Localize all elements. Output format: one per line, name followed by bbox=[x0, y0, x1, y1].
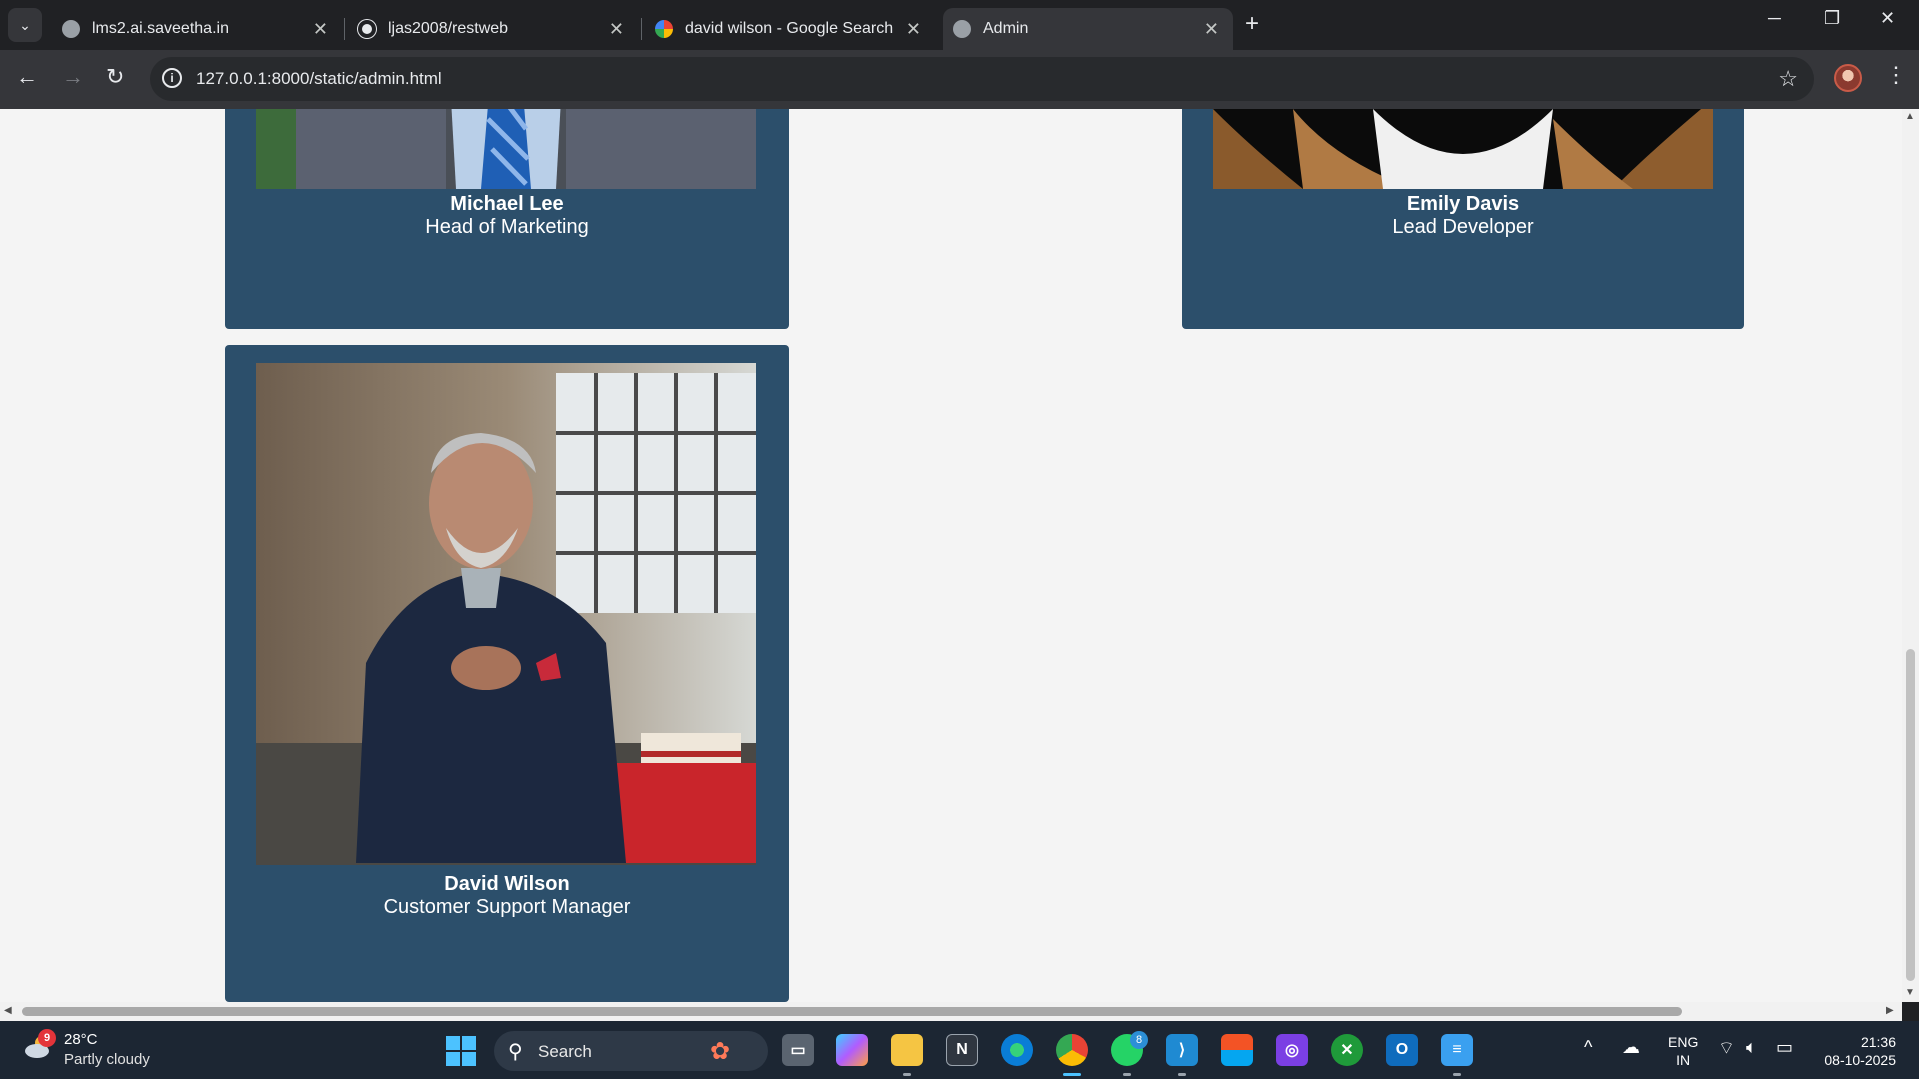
profile-photo bbox=[256, 363, 756, 865]
tab-separator bbox=[641, 18, 642, 40]
running-indicator bbox=[903, 1073, 911, 1076]
notepad-icon[interactable]: ≡ bbox=[1441, 1034, 1473, 1066]
address-bar[interactable]: i 127.0.0.1:8000/static/admin.html ☆ bbox=[150, 57, 1814, 101]
card-role: Lead Developer bbox=[1392, 216, 1534, 238]
page-viewport: Michael Lee Head of Marketing Emily Davi… bbox=[0, 109, 1902, 1002]
microsoft-store-icon[interactable] bbox=[1221, 1034, 1253, 1066]
url-text[interactable]: 127.0.0.1:8000/static/admin.html bbox=[196, 69, 442, 89]
menu-kebab-icon[interactable]: ⋮ bbox=[1885, 62, 1907, 88]
minimize-icon[interactable]: ─ bbox=[1768, 8, 1781, 29]
search-highlight-icon: ✿ bbox=[710, 1038, 731, 1065]
profile-avatar[interactable] bbox=[1834, 64, 1862, 92]
scroll-down-arrow-icon[interactable]: ▼ bbox=[1905, 987, 1915, 998]
clock-date: 08-10-2025 bbox=[1824, 1052, 1896, 1068]
back-icon[interactable]: ← bbox=[16, 64, 38, 90]
taskbar-search[interactable]: ⚲ Search ✿ bbox=[494, 1031, 768, 1071]
scroll-up-arrow-icon[interactable]: ▲ bbox=[1905, 111, 1915, 122]
horizontal-scrollbar[interactable]: ◀ ▶ bbox=[0, 1002, 1902, 1021]
system-clock[interactable]: 21:36 08-10-2025 bbox=[1816, 1033, 1896, 1069]
scroll-left-arrow-icon[interactable]: ◀ bbox=[4, 1005, 12, 1016]
task-view-icon[interactable]: ▭ bbox=[782, 1034, 814, 1066]
card-role: Head of Marketing bbox=[425, 216, 589, 238]
tab-title: ljas2008/restweb bbox=[388, 20, 509, 37]
active-indicator bbox=[1063, 1073, 1081, 1076]
reload-icon[interactable]: ↻ bbox=[106, 64, 124, 90]
search-icon: ⚲ bbox=[508, 1041, 523, 1063]
tab-search-button[interactable]: ⌄ bbox=[8, 8, 42, 42]
team-card: David Wilson Customer Support Manager bbox=[225, 345, 789, 1002]
tray-overflow-chevron-icon[interactable]: ^ bbox=[1584, 1037, 1592, 1058]
team-card: Emily Davis Lead Developer bbox=[1182, 109, 1744, 329]
team-card: Michael Lee Head of Marketing bbox=[225, 109, 789, 329]
windows-logo-icon bbox=[446, 1036, 460, 1050]
restore-icon[interactable]: ❐ bbox=[1824, 8, 1840, 29]
language-indicator[interactable]: ENG IN bbox=[1668, 1033, 1698, 1069]
clock-time: 21:36 bbox=[1860, 1034, 1896, 1050]
close-icon[interactable]: ✕ bbox=[906, 19, 921, 40]
vertical-scrollbar[interactable]: ▲ ▼ bbox=[1902, 109, 1919, 1002]
profile-photo bbox=[1213, 109, 1713, 189]
lang-line1: ENG bbox=[1668, 1034, 1699, 1050]
chevron-down-icon: ⌄ bbox=[19, 16, 31, 33]
google-icon bbox=[655, 20, 673, 38]
lang-line2: IN bbox=[1676, 1052, 1691, 1068]
vertical-scroll-thumb[interactable] bbox=[1906, 649, 1915, 981]
close-window-icon[interactable]: ✕ bbox=[1880, 8, 1895, 29]
search-label: Search bbox=[538, 1042, 592, 1061]
start-button[interactable] bbox=[446, 1036, 476, 1066]
weather-alert-badge: 9 bbox=[38, 1029, 56, 1047]
outlook-icon[interactable]: O bbox=[1386, 1034, 1418, 1066]
tab-separator bbox=[344, 18, 345, 40]
tab-github[interactable]: ljas2008/restweb ✕ bbox=[348, 8, 638, 50]
close-icon[interactable]: ✕ bbox=[1204, 19, 1219, 40]
copilot-icon[interactable] bbox=[836, 1034, 868, 1066]
running-indicator bbox=[1178, 1073, 1186, 1076]
xbox-icon[interactable]: ✕ bbox=[1331, 1034, 1363, 1066]
close-icon[interactable]: ✕ bbox=[609, 19, 624, 40]
chrome-icon[interactable] bbox=[1056, 1034, 1088, 1066]
card-role: Customer Support Manager bbox=[383, 896, 631, 918]
whatsapp-badge: 8 bbox=[1130, 1031, 1148, 1049]
profile-photo bbox=[256, 109, 756, 189]
card-name: Michael Lee bbox=[450, 193, 564, 215]
tab-title: david wilson - Google Search bbox=[685, 20, 894, 37]
app-icon[interactable]: ◎ bbox=[1276, 1034, 1308, 1066]
vscode-icon[interactable]: ⟩ bbox=[1166, 1034, 1198, 1066]
horizontal-scroll-thumb[interactable] bbox=[22, 1007, 1682, 1016]
volume-icon[interactable]: 🔈︎ bbox=[1746, 1037, 1757, 1058]
globe-icon bbox=[953, 20, 971, 38]
battery-icon[interactable]: ▭ bbox=[1776, 1037, 1793, 1058]
tab-title: Admin bbox=[983, 20, 1029, 37]
forward-icon[interactable]: → bbox=[62, 64, 84, 90]
tab-title: lms2.ai.saveetha.in bbox=[92, 20, 229, 37]
globe-icon bbox=[62, 20, 80, 38]
edge-icon[interactable] bbox=[1001, 1034, 1033, 1066]
new-tab-button[interactable]: + bbox=[1245, 10, 1259, 38]
wifi-icon[interactable]: ⌔ bbox=[1718, 1037, 1735, 1060]
running-indicator bbox=[1123, 1073, 1131, 1076]
tab-admin[interactable]: Admin ✕ bbox=[943, 8, 1233, 50]
close-icon[interactable]: ✕ bbox=[313, 19, 328, 40]
card-name: Emily Davis bbox=[1406, 193, 1520, 215]
tab-lms2[interactable]: lms2.ai.saveetha.in ✕ bbox=[52, 8, 342, 50]
running-indicator bbox=[1453, 1073, 1461, 1076]
browser-toolbar: ← → ↻ i 127.0.0.1:8000/static/admin.html… bbox=[0, 50, 1919, 109]
file-explorer-icon[interactable] bbox=[891, 1034, 923, 1066]
site-info-icon[interactable]: i bbox=[162, 68, 182, 88]
weather-temp: 28°C bbox=[64, 1031, 98, 1048]
windows-taskbar: 9 28°C Partly cloudy ⚲ Search ✿ ▭ N 8 ⟩ … bbox=[0, 1021, 1919, 1079]
photo-michael-lee bbox=[256, 109, 756, 189]
weather-desc: Partly cloudy bbox=[64, 1051, 150, 1068]
onedrive-icon[interactable]: ☁ bbox=[1622, 1037, 1640, 1058]
tab-strip: ⌄ lms2.ai.saveetha.in ✕ ljas2008/restweb… bbox=[0, 0, 1919, 50]
photo-emily-davis bbox=[1213, 109, 1713, 189]
notion-icon[interactable]: N bbox=[946, 1034, 978, 1066]
github-icon bbox=[358, 20, 376, 38]
card-name: David Wilson bbox=[444, 873, 570, 895]
bookmark-star-icon[interactable]: ☆ bbox=[1778, 66, 1798, 92]
scroll-right-arrow-icon[interactable]: ▶ bbox=[1886, 1005, 1894, 1016]
photo-david-wilson bbox=[256, 363, 756, 865]
tab-google-search[interactable]: david wilson - Google Search ✕ bbox=[645, 8, 935, 50]
